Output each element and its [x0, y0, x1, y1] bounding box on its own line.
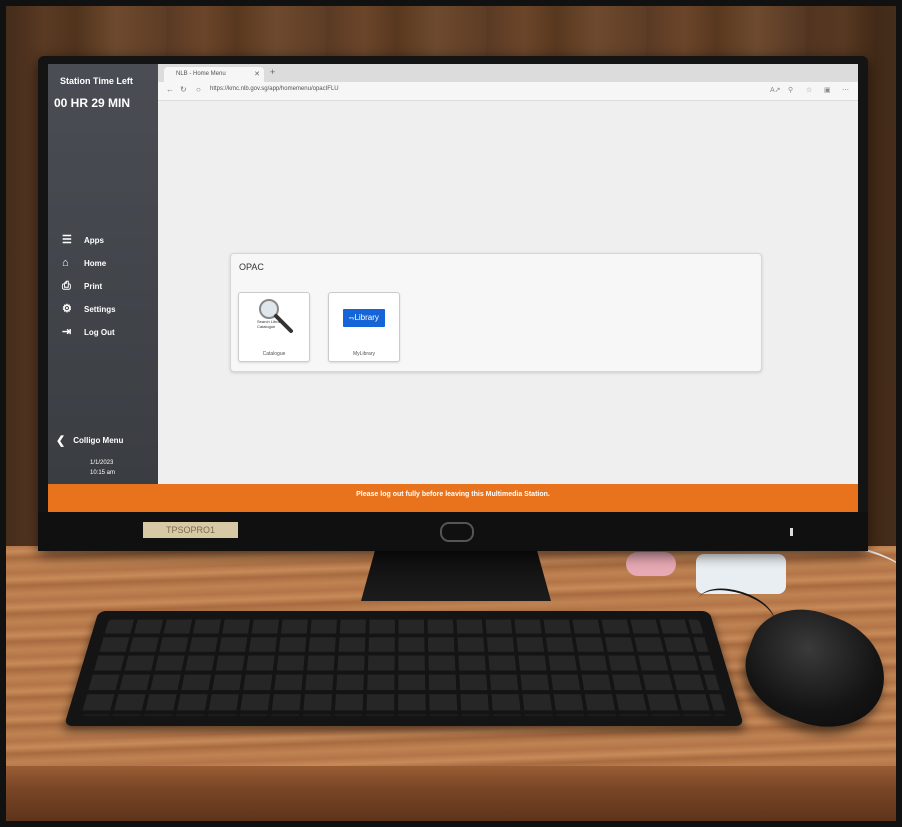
- monitor-chin: TPSOPRO1: [38, 512, 868, 551]
- zoom-icon[interactable]: ⚲: [788, 86, 793, 94]
- container-jar: [696, 554, 786, 594]
- sidebar-item-apps[interactable]: ☰ Apps: [62, 234, 104, 246]
- mylibrary-logo: myLibrary: [343, 309, 385, 327]
- tab-title: NLB - Home Menu: [176, 71, 226, 77]
- favorites-icon[interactable]: ☆: [806, 86, 812, 94]
- refresh-icon[interactable]: ↻: [180, 85, 187, 94]
- page-content: OPAC Search Library Catalogue Catalogue: [158, 101, 858, 484]
- close-icon[interactable]: ✕: [254, 67, 260, 82]
- catalogue-tile[interactable]: Search Library Catalogue Catalogue: [238, 292, 310, 362]
- back-icon[interactable]: ←: [166, 85, 174, 94]
- browser-tab[interactable]: NLB - Home Menu ✕: [164, 67, 264, 82]
- new-tab-icon[interactable]: +: [270, 67, 275, 77]
- lock-icon: ○: [196, 85, 201, 94]
- opac-panel: OPAC Search Library Catalogue Catalogue: [230, 253, 762, 372]
- tile-label: MyLibrary: [353, 351, 375, 357]
- print-icon: ⎙: [62, 280, 71, 292]
- tile-label: Catalogue: [262, 351, 286, 357]
- monitor: Station Time Left 00 HR 29 MIN ☰ Apps ⌂ …: [38, 56, 868, 551]
- sidebar-item-label: Log Out: [84, 327, 115, 337]
- sidebar-item-settings[interactable]: ⚙ Settings: [62, 303, 116, 315]
- address-row: ← ↻ ○ https://kmc.nlb.gov.sg/app/homemen…: [158, 82, 858, 101]
- chevron-left-icon: ❮: [56, 435, 66, 447]
- sidebar-item-label: Print: [84, 281, 103, 291]
- monitor-stand: [361, 546, 551, 601]
- settings-icon: ⚙: [62, 303, 72, 315]
- sidebar-item-label: Home: [84, 258, 107, 268]
- photo-scene: Station Time Left 00 HR 29 MIN ☰ Apps ⌂ …: [6, 6, 896, 821]
- read-aloud-icon[interactable]: A↗: [770, 86, 781, 94]
- pink-toy: [626, 552, 676, 576]
- sidebar-item-label: Apps: [84, 235, 104, 245]
- desk-edge: [6, 766, 896, 821]
- power-led: [790, 528, 793, 536]
- logout-banner: Please log out fully before leaving this…: [48, 484, 858, 512]
- more-icon[interactable]: ⋯: [842, 86, 849, 94]
- station-time-label: Station Time Left: [60, 76, 133, 86]
- home-icon: ⌂: [62, 257, 69, 269]
- screen: Station Time Left 00 HR 29 MIN ☰ Apps ⌂ …: [48, 64, 858, 512]
- opac-heading: OPAC: [239, 262, 264, 272]
- logout-icon: ⇥: [62, 326, 72, 338]
- logo-text: Library: [354, 313, 379, 323]
- keyboard-keys: [81, 619, 727, 716]
- colligo-menu-button[interactable]: ❮ Colligo Menu: [56, 434, 123, 447]
- asset-sticker: TPSOPRO1: [143, 522, 238, 538]
- browser-window: NLB - Home Menu ✕ + ← ↻ ○ https://kmc.nl…: [158, 64, 858, 484]
- colligo-menu-label: Colligo Menu: [73, 436, 124, 445]
- dell-logo: [440, 522, 474, 542]
- sidebar-item-logout[interactable]: ⇥ Log Out: [62, 326, 115, 338]
- mylibrary-tile[interactable]: myLibrary MyLibrary: [328, 292, 400, 362]
- sidebar-item-home[interactable]: ⌂ Home: [62, 257, 106, 269]
- tab-bar: NLB - Home Menu ✕ +: [158, 64, 858, 82]
- station-timer: 00 HR 29 MIN: [54, 96, 131, 110]
- sidebar-item-label: Settings: [84, 304, 116, 314]
- kiosk-sidebar: Station Time Left 00 HR 29 MIN ☰ Apps ⌂ …: [48, 64, 158, 484]
- address-bar[interactable]: https://kmc.nlb.gov.sg/app/homemenu/opac…: [210, 86, 339, 92]
- sidebar-item-print[interactable]: ⎙ Print: [62, 280, 102, 292]
- sidebar-date: 1/1/2023: [90, 460, 114, 466]
- search-catalogue-text: Search Library Catalogue: [257, 319, 284, 329]
- collections-icon[interactable]: ▣: [824, 86, 831, 94]
- keyboard: [64, 611, 744, 726]
- apps-icon: ☰: [62, 234, 72, 246]
- sidebar-time: 10:15 am: [90, 470, 116, 476]
